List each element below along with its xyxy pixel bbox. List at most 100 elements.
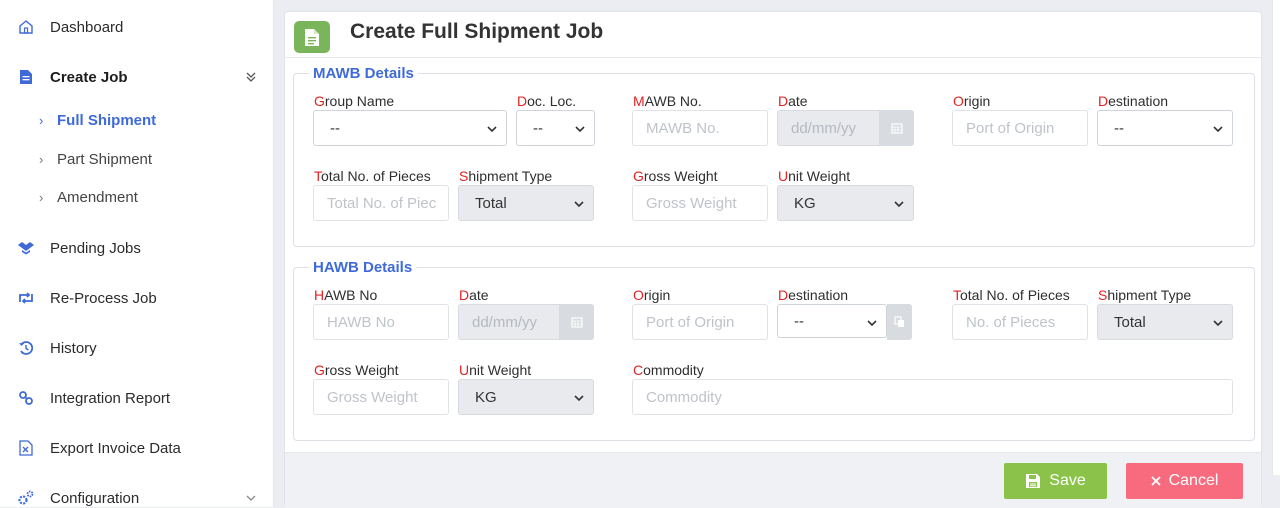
doc-loc-label: Doc. Loc.	[517, 93, 577, 109]
cancel-button[interactable]: Cancel	[1126, 463, 1243, 499]
hawb-unit-weight-label: Unit Weight	[459, 362, 532, 378]
commodity-label: Commodity	[633, 362, 704, 378]
sidebar-item-label: Export Invoice Data	[50, 439, 181, 457]
dropbox-icon	[17, 239, 35, 257]
hawb-destination-label: Destination	[778, 287, 849, 303]
sidebar-item-label: Pending Jobs	[50, 239, 141, 257]
sidebar-item-label: History	[50, 339, 97, 357]
sidebar-subitem-amendment[interactable]: › Amendment	[0, 184, 273, 210]
total-pieces-label: Total No. of Pieces	[314, 168, 431, 184]
chevron-down-icon	[894, 201, 904, 208]
cancel-button-label: Cancel	[1168, 472, 1219, 489]
mawb-legend: MAWB Details	[309, 65, 418, 82]
gears-icon	[17, 489, 35, 507]
chevron-down-icon	[1213, 126, 1223, 133]
sidebar-subitem-full-shipment[interactable]: › Full Shipment	[0, 107, 273, 133]
mawb-date-field[interactable]: dd/mm/yy	[777, 110, 914, 146]
unit-weight-select[interactable]: KG	[777, 185, 914, 221]
chevron-down-icon	[574, 395, 584, 402]
vertical-scrollbar[interactable]	[1272, 0, 1280, 475]
mawb-destination-label: Destination	[1098, 93, 1169, 109]
unit-weight-label: Unit Weight	[778, 168, 851, 184]
mawb-date-input[interactable]: dd/mm/yy	[777, 110, 880, 146]
sidebar-subitem-label: Part Shipment	[57, 150, 153, 168]
save-button[interactable]: Save	[1004, 463, 1107, 499]
hawb-total-pieces-label: Total No. of Pieces	[953, 287, 1070, 303]
chevron-down-icon	[1213, 320, 1223, 327]
group-name-label: Group Name	[314, 93, 395, 109]
home-icon	[17, 18, 35, 36]
chevron-down-icon	[575, 126, 585, 133]
page-title: Create Full Shipment Job	[350, 20, 604, 43]
hawb-gross-weight-label: Gross Weight	[314, 362, 399, 378]
hawb-unit-weight-select[interactable]: KG	[458, 379, 594, 415]
sidebar-item-label: Dashboard	[50, 18, 124, 36]
document-icon	[17, 68, 35, 86]
mawb-origin-label: Origin	[953, 93, 991, 109]
gross-weight-label: Gross Weight	[633, 168, 718, 184]
sidebar-item-history[interactable]: History	[0, 333, 273, 363]
sidebar-subitem-part-shipment[interactable]: › Part Shipment	[0, 146, 273, 172]
chevron-double-down-icon[interactable]	[244, 70, 258, 84]
mawb-no-label: MAWB No.	[633, 93, 702, 109]
save-button-label: Save	[1049, 472, 1086, 489]
shipment-type-label: Shipment Type	[459, 168, 553, 184]
sidebar-item-integration-report[interactable]: Integration Report	[0, 383, 273, 413]
sidebar-subitem-label: Full Shipment	[57, 111, 157, 129]
hawb-no-input[interactable]: HAWB No	[313, 304, 449, 340]
hawb-date-input[interactable]: dd/mm/yy	[458, 304, 560, 340]
commodity-input[interactable]: Commodity	[632, 379, 1233, 415]
history-icon	[17, 339, 35, 357]
hawb-no-label: HAWB No	[314, 287, 378, 303]
chevron-down-icon	[574, 201, 584, 208]
document-icon	[294, 21, 330, 53]
gross-weight-input[interactable]: Gross Weight	[632, 185, 768, 221]
close-icon	[1150, 476, 1161, 486]
sidebar: Dashboard Create Job › Full Shipment › P…	[0, 0, 274, 507]
chevron-right-icon: ›	[39, 112, 44, 128]
sidebar-item-pending-jobs[interactable]: Pending Jobs	[0, 233, 273, 263]
hawb-gross-weight-input[interactable]: Gross Weight	[313, 379, 449, 415]
sidebar-item-re-process-job[interactable]: Re-Process Job	[0, 283, 273, 313]
retweet-icon	[17, 289, 35, 307]
chevron-down-icon	[867, 320, 877, 327]
calendar-icon[interactable]	[560, 304, 594, 340]
chevron-down-icon[interactable]	[244, 491, 258, 505]
shipment-type-select[interactable]: Total	[458, 185, 594, 221]
mawb-origin-input[interactable]: Port of Origin	[952, 110, 1088, 146]
excel-file-icon	[17, 439, 35, 457]
doc-loc-select[interactable]: --	[516, 110, 595, 146]
save-icon	[1025, 473, 1041, 489]
mawb-no-input[interactable]: MAWB No.	[632, 110, 768, 146]
sidebar-item-export-invoice-data[interactable]: Export Invoice Data	[0, 433, 273, 463]
sidebar-item-label: Re-Process Job	[50, 289, 157, 307]
sidebar-item-label: Configuration	[50, 489, 140, 507]
sidebar-item-configuration[interactable]: Configuration	[0, 483, 273, 507]
copy-icon[interactable]	[887, 304, 912, 340]
chevron-down-icon	[487, 126, 497, 133]
hawb-legend: HAWB Details	[309, 259, 417, 276]
chevron-right-icon: ›	[39, 189, 44, 205]
sidebar-item-label: Integration Report	[50, 389, 171, 407]
mawb-destination-select[interactable]: --	[1097, 110, 1233, 146]
total-pieces-input[interactable]: Total No. of Piec	[313, 185, 449, 221]
link-icon	[17, 389, 35, 407]
sidebar-item-dashboard[interactable]: Dashboard	[0, 12, 273, 42]
create-job-card: Create Full Shipment Job MAWB Details Gr…	[284, 11, 1262, 508]
hawb-date-label: Date	[459, 287, 489, 303]
hawb-origin-input[interactable]: Port of Origin	[632, 304, 768, 340]
sidebar-item-label: Create Job	[50, 68, 128, 86]
hawb-destination-select[interactable]: --	[777, 304, 887, 338]
card-header: Create Full Shipment Job	[285, 12, 1261, 58]
hawb-date-field[interactable]: dd/mm/yy	[458, 304, 594, 340]
sidebar-item-create-job[interactable]: Create Job	[0, 62, 273, 92]
group-name-select[interactable]: --	[313, 110, 507, 146]
calendar-icon[interactable]	[880, 110, 914, 146]
hawb-shipment-type-select[interactable]: Total	[1097, 304, 1233, 340]
hawb-origin-label: Origin	[633, 287, 671, 303]
hawb-shipment-type-label: Shipment Type	[1098, 287, 1192, 303]
mawb-date-label: Date	[778, 93, 808, 109]
form-footer: Save Cancel	[285, 452, 1261, 508]
hawb-total-pieces-input[interactable]: No. of Pieces	[952, 304, 1088, 340]
chevron-right-icon: ›	[39, 151, 44, 167]
